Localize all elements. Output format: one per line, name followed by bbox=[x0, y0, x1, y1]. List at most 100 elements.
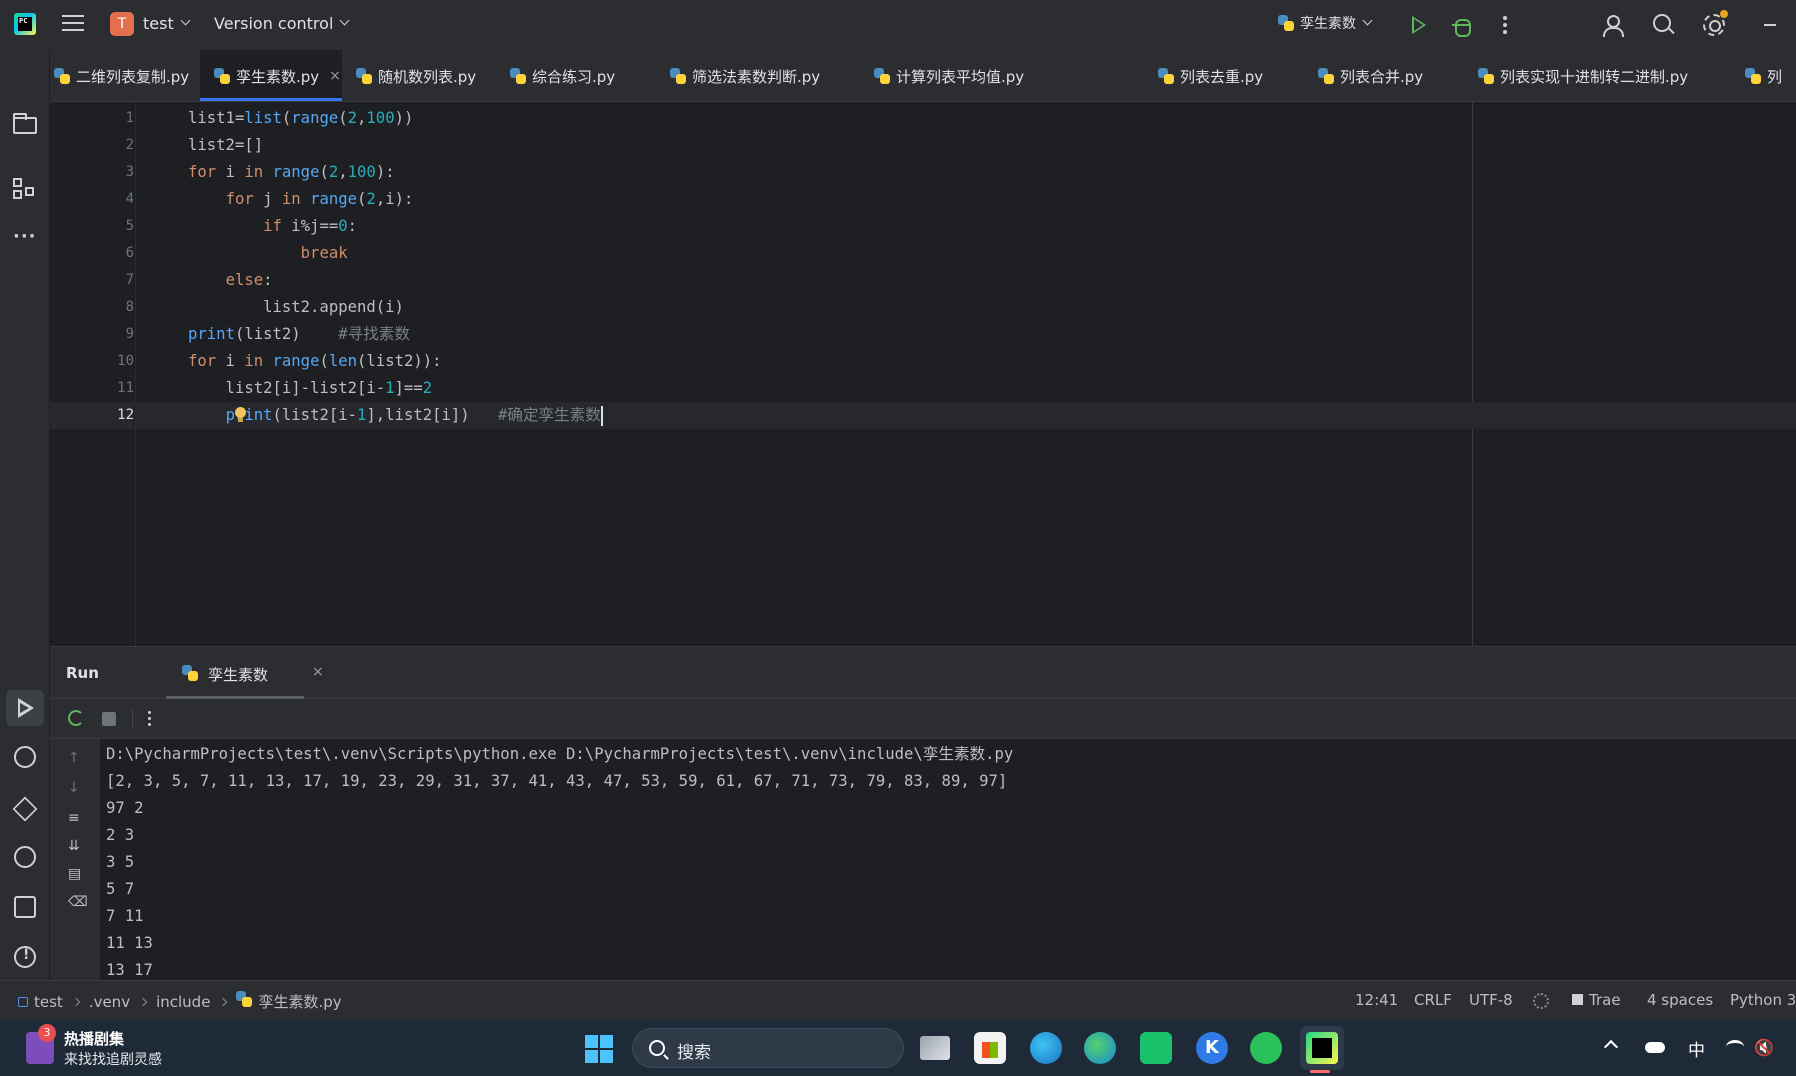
run-icon[interactable] bbox=[1412, 16, 1426, 34]
windows-taskbar: 3 热播剧集 来找找追剧灵感 搜索 K 中 🔇 bbox=[0, 1020, 1796, 1076]
code-line[interactable]: list2[i]-list2[i-1]==2 bbox=[136, 375, 1796, 402]
ai-status-icon[interactable] bbox=[1533, 993, 1549, 1009]
settings-gear-icon[interactable] bbox=[1703, 10, 1728, 36]
services-icon[interactable] bbox=[14, 846, 36, 868]
toolbar-divider bbox=[132, 709, 133, 729]
lightbulb-icon[interactable] bbox=[234, 407, 246, 423]
project-badge[interactable]: T bbox=[110, 12, 134, 36]
python-icon bbox=[182, 665, 198, 681]
more-actions-icon[interactable] bbox=[1503, 16, 1507, 34]
project-folder-icon[interactable] bbox=[13, 113, 37, 134]
code-line[interactable]: list2=[] bbox=[136, 132, 1796, 159]
wifi-icon[interactable] bbox=[1726, 1040, 1744, 1054]
breadcrumb-item[interactable]: .venv bbox=[89, 993, 130, 1011]
store-icon[interactable] bbox=[974, 1032, 1006, 1064]
code-area[interactable]: list1=list(range(2,100)) list2=[] for i … bbox=[135, 102, 1796, 646]
add-user-icon[interactable] bbox=[1603, 14, 1625, 37]
code-line[interactable]: for i in range(2,100): bbox=[136, 159, 1796, 186]
onedrive-cloud-icon[interactable] bbox=[1645, 1042, 1665, 1053]
print-icon[interactable]: ▤ bbox=[68, 867, 82, 881]
breadcrumb-item[interactable]: test bbox=[34, 993, 63, 1011]
run-config-selector[interactable]: 孪生素数 bbox=[1278, 13, 1373, 33]
news-widget-title[interactable]: 热播剧集 bbox=[64, 1028, 124, 1049]
code-editor[interactable]: 1 2 3 4 5 6 7 8 9 10 11 12 list1=list(ra… bbox=[50, 102, 1796, 646]
tab-average[interactable]: 计算列表平均值.py bbox=[874, 50, 1054, 101]
rerun-icon[interactable] bbox=[68, 710, 84, 726]
tab-overflow[interactable]: 列 bbox=[1745, 50, 1796, 101]
stop-icon[interactable] bbox=[102, 712, 116, 726]
console-output[interactable]: D:\PycharmProjects\test\.venv\Scripts\py… bbox=[100, 739, 1796, 981]
file-encoding[interactable]: UTF-8 bbox=[1469, 991, 1513, 1009]
search-placeholder: 搜索 bbox=[677, 1043, 711, 1063]
code-line[interactable]: list2.append(i) bbox=[136, 294, 1796, 321]
terminal-icon[interactable] bbox=[14, 896, 36, 918]
debug-icon[interactable] bbox=[1452, 14, 1471, 37]
breadcrumb: test .venv include 孪生素数.py bbox=[18, 991, 342, 1012]
tab-sieve[interactable]: 筛选法素数判断.py bbox=[670, 50, 850, 101]
code-line[interactable]: else: bbox=[136, 267, 1796, 294]
volume-muted-icon[interactable]: 🔇 bbox=[1754, 1038, 1774, 1057]
tab-label: 列表实现十进制转二进制.py bbox=[1500, 67, 1689, 86]
code-line[interactable]: break bbox=[136, 240, 1796, 267]
edge-browser-icon[interactable] bbox=[1084, 1032, 1116, 1064]
edge-ai-icon[interactable] bbox=[1030, 1032, 1062, 1064]
code-line[interactable]: for i in range(len(list2)): bbox=[136, 348, 1796, 375]
more-actions-icon[interactable] bbox=[148, 711, 152, 729]
tab-merge[interactable]: 列表合并.py bbox=[1318, 50, 1458, 101]
python-file-icon bbox=[874, 68, 890, 84]
tab-label: 计算列表平均值.py bbox=[896, 67, 1025, 86]
run-tool-window-icon[interactable] bbox=[6, 690, 44, 726]
scroll-up-icon[interactable]: ↑ bbox=[68, 751, 82, 765]
code-line[interactable]: if i%j==0: bbox=[136, 213, 1796, 240]
main-menu-icon[interactable] bbox=[62, 15, 84, 33]
status-bar: test .venv include 孪生素数.py 12:41 CRLF UTF-8… bbox=[0, 980, 1796, 1020]
tab-random-list[interactable]: 随机数列表.py bbox=[356, 50, 506, 101]
code-line[interactable]: list1=list(range(2,100)) bbox=[136, 105, 1796, 132]
line-number: 7 bbox=[125, 272, 134, 288]
code-line[interactable]: print(list2) #寻找素数 bbox=[136, 321, 1796, 348]
indent-setting[interactable]: 4 spaces bbox=[1647, 991, 1713, 1009]
clear-trash-icon[interactable]: ⌫ bbox=[68, 895, 88, 909]
structure-icon[interactable] bbox=[13, 178, 37, 200]
scroll-to-end-icon[interactable]: ⇊ bbox=[68, 839, 82, 853]
project-widget[interactable]: test bbox=[143, 14, 191, 33]
python-console-icon[interactable] bbox=[14, 746, 36, 768]
taskbar-search[interactable]: 搜索 bbox=[632, 1028, 904, 1068]
soft-wrap-icon[interactable]: ≡ bbox=[68, 811, 82, 825]
line-separator[interactable]: CRLF bbox=[1414, 991, 1452, 1009]
breadcrumb-item[interactable]: 孪生素数.py bbox=[258, 993, 341, 1011]
search-icon[interactable] bbox=[1653, 14, 1675, 36]
close-run-tab-icon[interactable]: × bbox=[312, 664, 324, 680]
tab-twin-primes[interactable]: 孪生素数.py × bbox=[200, 50, 342, 101]
green-app-icon[interactable] bbox=[1140, 1032, 1172, 1064]
minimize-button[interactable] bbox=[1764, 24, 1776, 26]
code-text: for i in range(2,100): bbox=[188, 163, 395, 181]
tab-dec-to-bin[interactable]: 列表实现十进制转二进制.py bbox=[1478, 50, 1718, 101]
tab-2d-list-copy[interactable]: 二维列表复制.py bbox=[50, 50, 200, 101]
interpreter[interactable]: Python 3 bbox=[1730, 991, 1796, 1009]
tab-label: 列表合并.py bbox=[1340, 67, 1424, 86]
ime-indicator[interactable]: 中 bbox=[1688, 1036, 1705, 1061]
code-line-current[interactable]: print(list2[i-1],list2[i]) #确定孪生素数 bbox=[136, 402, 1796, 429]
scroll-down-icon[interactable]: ↓ bbox=[68, 781, 82, 795]
k-app-icon[interactable]: K bbox=[1196, 1032, 1228, 1064]
vcs-widget[interactable]: Version control bbox=[214, 14, 350, 33]
close-tab-icon[interactable]: × bbox=[329, 68, 341, 84]
python-packages-icon[interactable] bbox=[12, 796, 38, 822]
task-view-icon[interactable] bbox=[920, 1036, 950, 1060]
code-line[interactable]: for j in range(2,i): bbox=[136, 186, 1796, 213]
tab-exercise[interactable]: 综合练习.py bbox=[510, 50, 650, 101]
windows-start-icon[interactable] bbox=[585, 1035, 613, 1063]
news-widget-subtitle[interactable]: 来找找追剧灵感 bbox=[64, 1049, 162, 1069]
chevron-up-icon[interactable] bbox=[1603, 1039, 1619, 1055]
breadcrumb-item[interactable]: include bbox=[156, 993, 210, 1011]
pycharm-logo-icon[interactable]: PC bbox=[14, 13, 36, 35]
tab-dedupe[interactable]: 列表去重.py bbox=[1158, 50, 1298, 101]
more-tools-icon[interactable]: ··· bbox=[13, 228, 37, 254]
run-tab-twin-primes[interactable]: 孪生素数 × bbox=[132, 647, 324, 699]
trae-plugin[interactable]: Trae bbox=[1572, 991, 1621, 1009]
pycharm-taskbar-icon[interactable] bbox=[1306, 1032, 1338, 1064]
caret-position[interactable]: 12:41 bbox=[1355, 991, 1398, 1009]
wechat-icon[interactable] bbox=[1250, 1032, 1282, 1064]
problems-icon[interactable] bbox=[14, 946, 36, 968]
